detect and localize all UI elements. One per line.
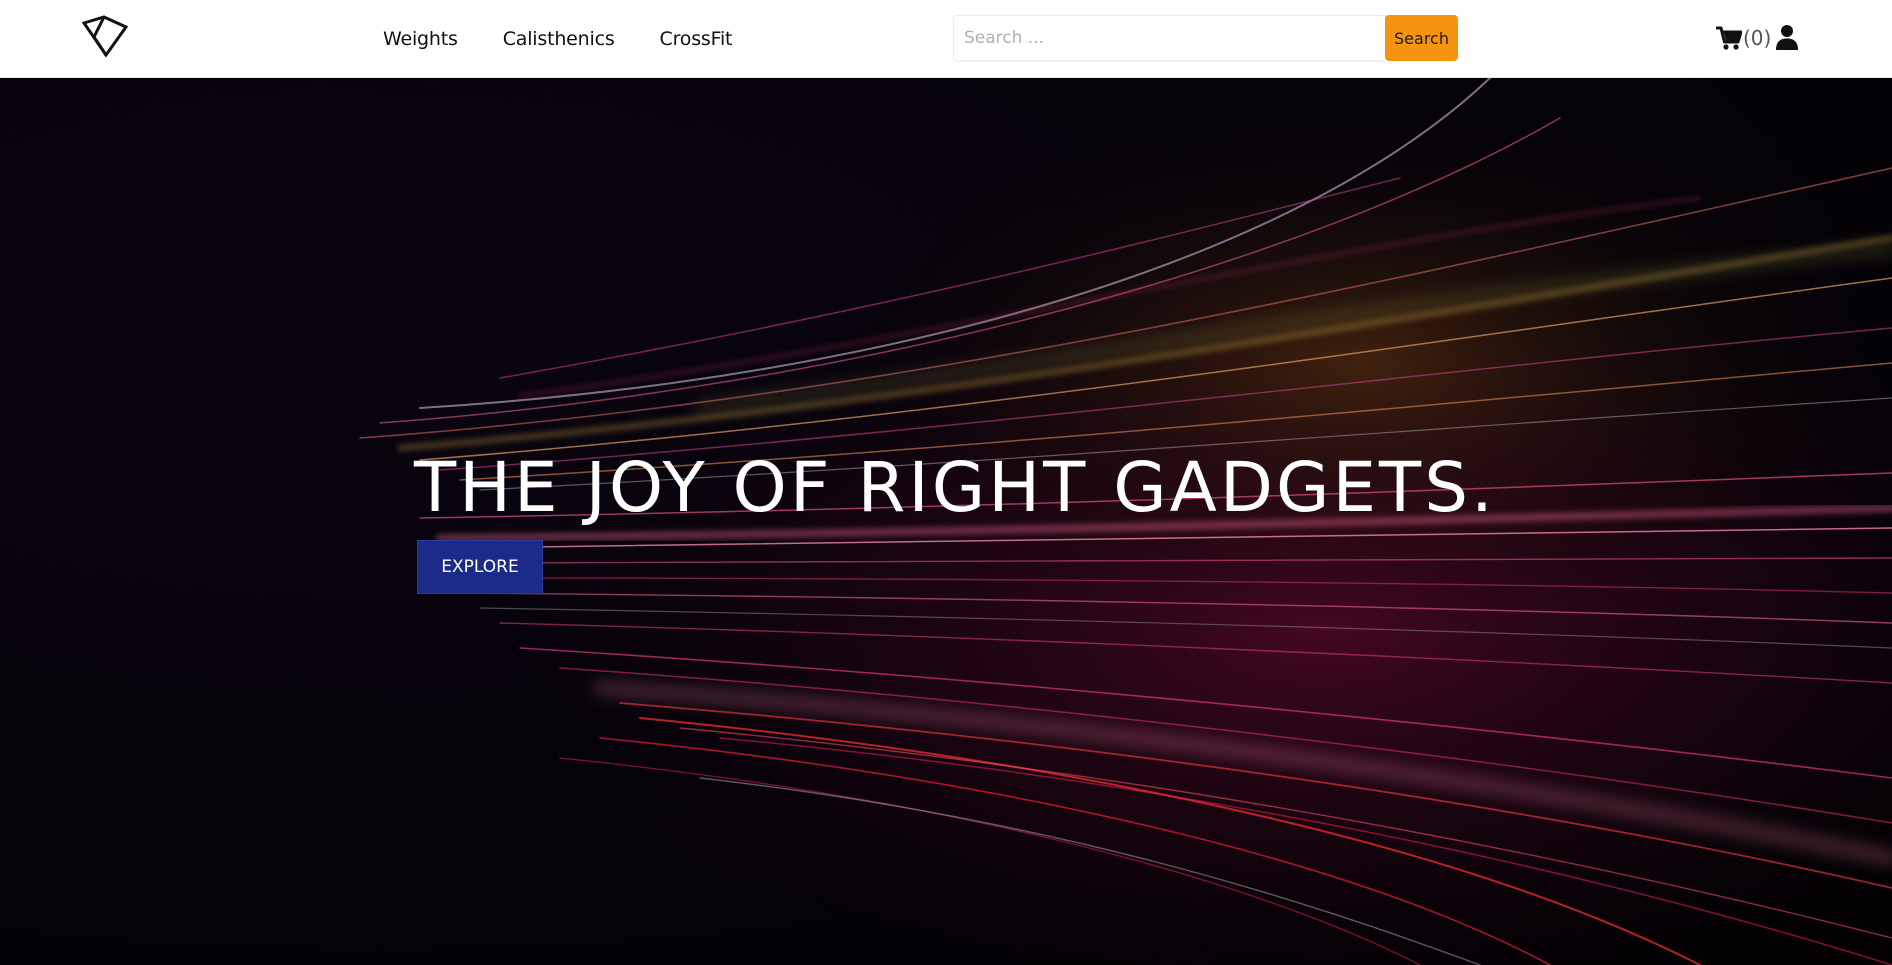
explore-button[interactable]: EXPLORE	[417, 540, 543, 594]
search-form: Search	[953, 15, 1458, 61]
nav-link-weights[interactable]: Weights	[383, 28, 458, 50]
nav-link-crossfit[interactable]: CrossFit	[660, 28, 733, 50]
user-account-button[interactable]	[1775, 24, 1799, 50]
nav-link-calisthenics[interactable]: Calisthenics	[503, 28, 615, 50]
cart-icon	[1716, 26, 1742, 50]
cart-link[interactable]: (0)	[1716, 22, 1771, 54]
hero-title: THE JOY OF RIGHT GADGETS.	[414, 448, 1496, 528]
cart-count: (0)	[1743, 26, 1772, 50]
user-icon	[1776, 25, 1798, 50]
diamond-heart-logo-icon[interactable]	[80, 15, 130, 59]
main-nav: Weights Calisthenics CrossFit	[383, 0, 777, 78]
search-input[interactable]	[953, 15, 1385, 61]
search-button[interactable]: Search	[1385, 15, 1458, 61]
hero-banner: THE JOY OF RIGHT GADGETS. EXPLORE	[0, 78, 1892, 965]
top-navbar: Weights Calisthenics CrossFit Search (0)	[0, 0, 1892, 78]
